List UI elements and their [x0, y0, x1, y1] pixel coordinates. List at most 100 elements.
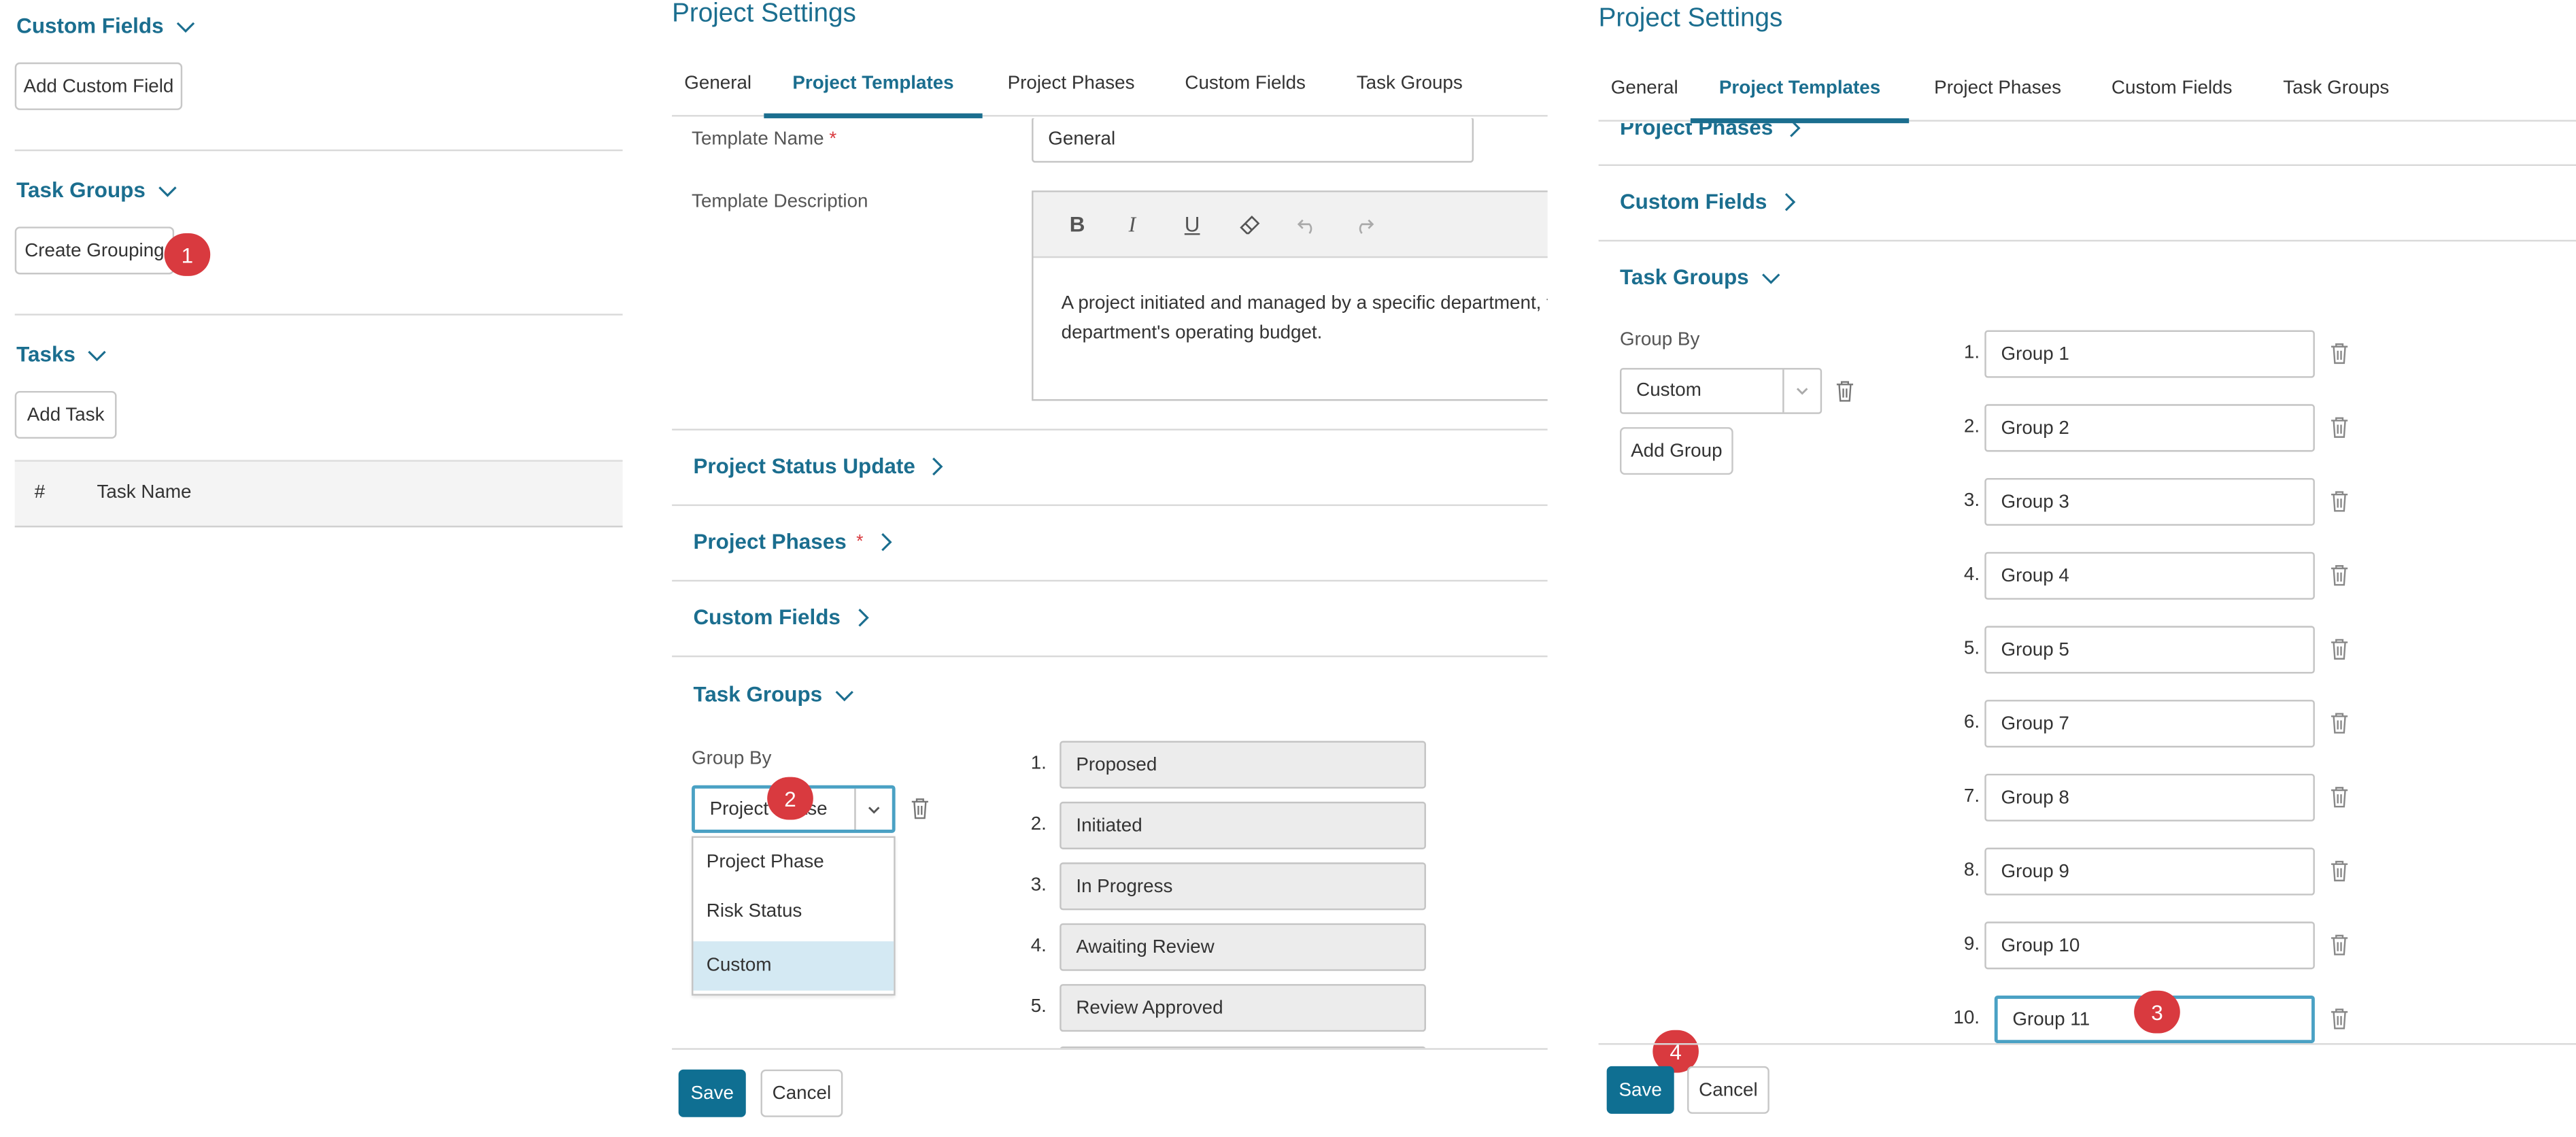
project-status-update-section[interactable]: Project Status Update: [693, 454, 948, 478]
divider: [672, 579, 1548, 582]
tab-custom-fields[interactable]: Custom Fields: [1160, 51, 1331, 117]
trash-icon[interactable]: [2328, 783, 2351, 810]
add-group-button[interactable]: Add Group: [1619, 427, 1733, 475]
italic-icon[interactable]: I: [1129, 212, 1136, 239]
chevron-down-icon: [158, 186, 176, 197]
step-badge-1: 1: [164, 233, 211, 276]
chevron-down-icon[interactable]: [1782, 369, 1820, 413]
redo-icon[interactable]: [1352, 214, 1375, 237]
group-name-input[interactable]: Group 7: [1984, 700, 2315, 748]
section-title: Custom Fields: [1619, 188, 1767, 214]
trash-icon[interactable]: [2328, 636, 2351, 662]
trash-icon[interactable]: [2328, 932, 2351, 958]
divider: [1598, 239, 2576, 242]
task-groups-section[interactable]: Task Groups: [1620, 265, 1782, 289]
group-name-input[interactable]: Group 8: [1984, 773, 2315, 821]
chevron-right-icon: [880, 532, 892, 551]
trash-icon[interactable]: [2328, 488, 2351, 514]
dropdown-option[interactable]: Risk Status: [693, 887, 894, 936]
custom-fields-section[interactable]: Custom Fields: [1620, 189, 1800, 214]
add-task-button[interactable]: Add Task: [14, 390, 117, 439]
section-title: Task Groups: [693, 681, 823, 707]
tab-project-templates[interactable]: Project Templates: [1690, 56, 1910, 124]
tasks-section-toggle[interactable]: Tasks: [16, 341, 108, 367]
trash-icon[interactable]: [2328, 1005, 2351, 1032]
group-name-input[interactable]: Group 1: [1984, 330, 2315, 378]
chevron-right-icon: [858, 607, 868, 626]
group-name-input[interactable]: Group 3: [1984, 478, 2315, 526]
underline-icon[interactable]: U: [1185, 212, 1200, 237]
tab-project-phases[interactable]: Project Phases: [1909, 56, 2086, 122]
group-number: 5.: [1963, 639, 1980, 659]
chevron-down-icon[interactable]: [854, 788, 892, 830]
trash-icon[interactable]: [1833, 378, 1857, 405]
template-form-scroll[interactable]: Project Phases Custom Fields Task Groups…: [1598, 123, 2576, 1044]
tab-custom-fields[interactable]: Custom Fields: [2086, 56, 2257, 122]
group-name-input[interactable]: Group 4: [1984, 551, 2315, 600]
project-phases-section[interactable]: Project Phases *: [693, 529, 896, 554]
custom-fields-section-toggle[interactable]: Custom Fields: [16, 13, 197, 38]
chevron-down-icon: [175, 21, 194, 32]
template-form-scroll[interactable]: Template Name * General Template Descrip…: [672, 118, 1548, 1049]
chevron-down-icon: [1761, 273, 1780, 284]
project-phases-section[interactable]: Project Phases: [1620, 123, 1806, 139]
divider: [14, 149, 623, 152]
group-value-input[interactable]: Awaiting Review: [1060, 923, 1426, 971]
bold-icon[interactable]: B: [1070, 212, 1085, 237]
rich-text-editor[interactable]: B I U A project initiated and managed by…: [1032, 190, 1548, 401]
group-by-select[interactable]: Custom: [1619, 368, 1823, 414]
tab-task-groups[interactable]: Task Groups: [1331, 51, 1489, 117]
trash-icon[interactable]: [909, 795, 932, 821]
dropdown-option-highlighted[interactable]: Custom: [693, 941, 894, 991]
page-title: Project Settings: [672, 0, 856, 29]
task-groups-section[interactable]: Task Groups: [693, 682, 855, 707]
trash-icon[interactable]: [2328, 340, 2351, 367]
create-grouping-button[interactable]: Create Grouping: [14, 226, 175, 275]
template-name-input[interactable]: General: [1032, 118, 1474, 163]
divider: [1598, 164, 2576, 166]
group-name-input[interactable]: Group 5: [1984, 626, 2315, 674]
divider: [672, 1048, 1548, 1050]
tab-project-templates[interactable]: Project Templates: [764, 51, 983, 118]
group-name-input[interactable]: Group 9: [1984, 847, 2315, 896]
cancel-button[interactable]: Cancel: [1687, 1066, 1769, 1114]
tab-general[interactable]: General: [1599, 56, 1691, 122]
trash-icon[interactable]: [2328, 710, 2351, 736]
chevron-right-icon: [1784, 192, 1795, 211]
group-value-input[interactable]: Proposed: [1060, 741, 1426, 789]
tab-task-groups[interactable]: Task Groups: [2257, 56, 2415, 122]
group-number: 1.: [1963, 343, 1980, 363]
tab-general[interactable]: General: [672, 51, 764, 117]
save-button[interactable]: Save: [678, 1069, 746, 1117]
editor-toolbar: B I U: [1033, 192, 1548, 258]
task-groups-section-toggle[interactable]: Task Groups: [16, 177, 178, 202]
section-title: Project Phases: [693, 528, 847, 554]
divider: [1598, 1043, 2576, 1045]
custom-fields-section[interactable]: Custom Fields: [693, 605, 873, 629]
group-value-input[interactable]: Initiated: [1060, 801, 1426, 849]
group-value-input[interactable]: In Progress: [1060, 862, 1426, 911]
group-number: 10.: [1953, 1008, 1980, 1029]
eraser-icon[interactable]: [1239, 214, 1262, 237]
group-by-value: Custom: [1636, 381, 1701, 401]
save-button[interactable]: Save: [1606, 1066, 1674, 1114]
cancel-button[interactable]: Cancel: [760, 1069, 843, 1117]
group-by-label: Group By: [1619, 330, 1700, 350]
trash-icon[interactable]: [2328, 414, 2351, 441]
group-value-input[interactable]: Review Approved: [1060, 984, 1426, 1032]
trash-icon[interactable]: [2328, 562, 2351, 588]
add-custom-field-button[interactable]: Add Custom Field: [14, 62, 183, 110]
page-title: Project Settings: [1598, 5, 1783, 33]
dropdown-option[interactable]: Project Phase: [693, 838, 894, 887]
trash-icon[interactable]: [2328, 858, 2351, 884]
undo-icon[interactable]: [1296, 214, 1319, 237]
divider: [672, 655, 1548, 658]
group-name-input[interactable]: Group 10: [1984, 921, 2315, 970]
divider: [672, 428, 1548, 430]
group-number: 9.: [1963, 934, 1980, 955]
tab-project-phases[interactable]: Project Phases: [983, 51, 1160, 117]
group-number: 8.: [1963, 860, 1980, 881]
group-number: 5.: [1030, 997, 1047, 1017]
group-number: 3.: [1963, 491, 1980, 511]
group-name-input[interactable]: Group 2: [1984, 404, 2315, 452]
